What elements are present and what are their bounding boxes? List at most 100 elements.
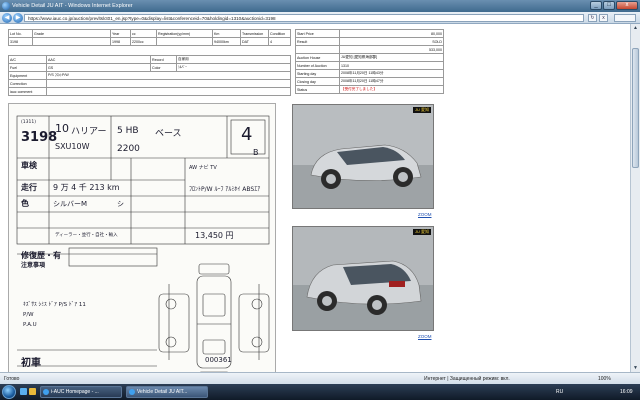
row-value: ｼﾙﾊﾞｰ: [176, 63, 291, 72]
value-cell: 2200cc: [130, 37, 157, 46]
sheet-color-code: シ: [117, 200, 124, 208]
value-cell: [32, 37, 111, 46]
row-label: iauc comment: [8, 87, 47, 96]
status-bar: Готово Интернет | Защищенный режим: вкл.…: [0, 372, 640, 384]
result-value: SOLD: [339, 37, 444, 46]
sheet-equipment: ﾌﾛﾝﾄP/W ﾙｰﾌ ｱﾙﾐﾎｲ ABSｴｱ: [189, 186, 261, 193]
row-label: Auction House: [295, 53, 340, 62]
sheet-notes: ｷｽﾞｻｽ ｼﾐｽ ﾄﾞｱ P/S ﾄﾞｱ 11 P/W P.A.U: [23, 302, 86, 328]
value-cell: 1998: [110, 37, 131, 46]
sheet-mileage: 9 万 4 千 213 km: [53, 183, 120, 192]
quick-launch-folder-icon[interactable]: [29, 388, 36, 395]
row-label: Fuel: [8, 63, 47, 72]
forward-button[interactable]: ▶: [13, 13, 23, 23]
sheet-year: 10: [55, 122, 69, 135]
header-cell: Grade: [32, 29, 111, 38]
start-price: 80,000: [339, 29, 444, 38]
auction-info-table: Start Price 80,000 Result SOLD 533,000 A…: [295, 29, 444, 94]
table-row: iauc comment: [8, 87, 291, 96]
sheet-doors: 5 HB: [117, 126, 139, 136]
vehicle-photo-front[interactable]: JU 愛知: [292, 104, 434, 209]
details-value-row: 3198 1998 2200cc 94000km DAT 4: [8, 37, 291, 46]
vehicle-details-table: Lot No. Grade Year cc Registration(yy/mm…: [8, 29, 291, 46]
zoom-link-rear[interactable]: ZOOM: [418, 334, 432, 339]
quick-launch-ie-icon[interactable]: [20, 388, 27, 395]
sheet-cc: 2200: [117, 144, 140, 154]
vehicle-extra-table: A/C AAC Record 自家用 Fuel GS Color ｼﾙﾊﾞｰ E…: [8, 55, 291, 96]
details-header-row: Lot No. Grade Year cc Registration(yy/mm…: [8, 29, 291, 38]
refresh-icon[interactable]: ↻: [588, 14, 597, 22]
clock[interactable]: 16:09: [620, 386, 633, 398]
vehicle-photo-rear[interactable]: JU 愛知: [292, 226, 434, 331]
auction-house: JU愛知 [愛知県海部郡]: [339, 53, 444, 62]
sheet-serial: 000361: [205, 356, 232, 364]
table-row: Auction House JU愛知 [愛知県海部郡]: [295, 53, 444, 62]
back-button[interactable]: ◀: [2, 13, 12, 23]
task-label: Vehicle Detail JU AIT...: [137, 389, 188, 395]
sheet-label-notes: 注意事項: [21, 262, 46, 269]
row-label: Closing day: [295, 77, 340, 86]
sheet-dealer: ディーラー・並行・自社・輸入: [55, 233, 118, 238]
header-cell: Lot No.: [8, 29, 33, 38]
header-cell: Transmission: [240, 29, 269, 38]
maximize-button[interactable]: □: [603, 1, 615, 10]
zoom-level[interactable]: 100%: [598, 376, 611, 382]
url-field[interactable]: https://www.iauc.co.jp/auction/prevltslc…: [24, 14, 584, 22]
row-label: Starting day: [295, 69, 340, 78]
table-row: Result SOLD: [295, 37, 444, 46]
row-value: GS: [46, 63, 151, 72]
ie-icon: [43, 389, 49, 395]
start-button[interactable]: [2, 385, 16, 399]
ie-icon: [129, 389, 135, 395]
scroll-down-arrow-icon[interactable]: ▼: [632, 364, 639, 372]
row-label: A/C: [8, 55, 47, 64]
stop-icon[interactable]: x: [599, 14, 608, 22]
security-zone[interactable]: Интернет | Защищенный режим: вкл.: [424, 376, 510, 382]
sheet-lot-number: 3198: [21, 130, 58, 145]
vertical-scrollbar[interactable]: ▲ ▼: [630, 24, 640, 372]
language-indicator[interactable]: RU: [556, 386, 563, 398]
window-title-bar[interactable]: Vehicle Detail JU AIT - Windows Internet…: [0, 0, 640, 12]
header-cell: Year: [110, 29, 131, 38]
header-cell: cc: [130, 29, 157, 38]
scrollbar-thumb[interactable]: [632, 48, 639, 168]
close-button[interactable]: x: [616, 1, 638, 10]
zoom-link-front[interactable]: ZOOM: [418, 212, 432, 217]
row-label: Result: [295, 37, 340, 46]
table-row: Closing day 2008年11月20日 11時47分: [295, 77, 444, 86]
scroll-up-arrow-icon[interactable]: ▲: [632, 24, 639, 32]
sheet-score: 4: [241, 124, 253, 145]
table-row: Starting day 2008年11月20日 11時43分: [295, 69, 444, 78]
sheet-label-first: 初車: [21, 358, 41, 369]
sold-price: 533,000: [339, 45, 444, 54]
sheet-grade: ベース: [155, 129, 182, 139]
row-label: Number of Auction: [295, 61, 340, 70]
table-row: A/C AAC Record 自家用: [8, 55, 291, 64]
row-label: Color: [150, 63, 177, 72]
status-text: Готово: [4, 376, 20, 382]
header-cell: Km: [212, 29, 241, 38]
table-row: Start Price 80,000: [295, 29, 444, 38]
auction-number: 1310: [339, 61, 444, 70]
table-row: Status 【受付完了しました】: [295, 85, 444, 94]
sheet-color: シルバーM: [53, 200, 88, 208]
taskbar-item-vehicle-detail[interactable]: Vehicle Detail JU AIT...: [126, 386, 208, 398]
taskbar: i-AUC Homepage - ... Vehicle Detail JU A…: [0, 384, 640, 400]
system-tray: RU 16:09: [548, 386, 638, 398]
row-label: Record: [150, 55, 177, 64]
table-row: Correction: [8, 79, 291, 88]
address-bar: ◀ ▶ https://www.iauc.co.jp/auction/prevl…: [0, 12, 640, 24]
internet-explorer-icon: [2, 2, 10, 10]
auction-sheet-image[interactable]: (1311) 3198 10 ハリアー 5 HB ベース SXU10W 2200…: [8, 103, 276, 372]
minimize-button[interactable]: _: [590, 1, 602, 10]
auction-house-logo: JU 愛知: [413, 107, 431, 113]
header-cell: Condition: [268, 29, 291, 38]
taskbar-item-homepage[interactable]: i-AUC Homepage - ...: [40, 386, 122, 398]
sheet-options: AW ナビ TV: [189, 165, 217, 171]
search-box[interactable]: [614, 14, 636, 22]
sheet-chassis: SXU10W: [55, 142, 90, 151]
table-row: 533,000: [295, 45, 444, 54]
value-cell: 4: [268, 37, 291, 46]
table-row: Number of Auction 1310: [295, 61, 444, 70]
value-cell: [156, 37, 213, 46]
